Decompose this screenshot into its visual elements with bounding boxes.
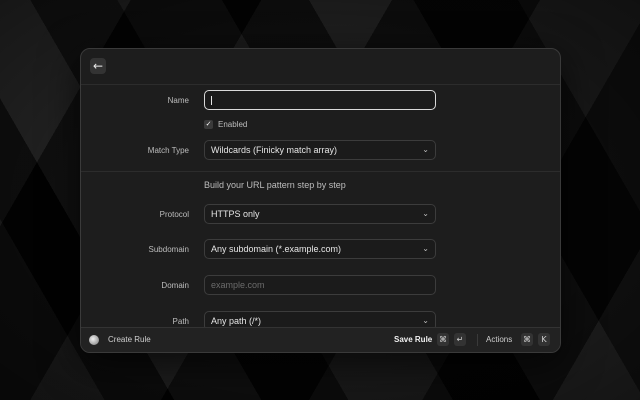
match-type-value: Wildcards (Finicky match array) <box>211 145 338 155</box>
back-button[interactable]: ← <box>90 58 106 74</box>
subdomain-value: Any subdomain (*.example.com) <box>211 244 342 254</box>
return-key-icon: ↵ <box>454 333 466 346</box>
enabled-checkbox[interactable]: ✓ <box>204 120 213 129</box>
text-caret <box>211 96 212 105</box>
command-key-icon: ⌘ <box>437 333 449 346</box>
footer-title: Create Rule <box>108 335 151 344</box>
section-divider <box>81 171 560 172</box>
subdomain-select[interactable]: Any subdomain (*.example.com) ⌄ <box>204 239 436 259</box>
action-bar: Create Rule Save Rule ⌘ ↵ Actions ⌘ K <box>81 327 560 352</box>
actions-button[interactable]: Actions <box>486 335 512 344</box>
domain-label: Domain <box>161 281 189 290</box>
enabled-label: Enabled <box>218 120 248 129</box>
save-rule-button[interactable]: Save Rule <box>394 335 432 344</box>
name-label: Name <box>167 96 189 105</box>
domain-input[interactable]: example.com <box>204 275 436 295</box>
checkmark-icon: ✓ <box>205 120 212 128</box>
name-input[interactable] <box>204 90 436 110</box>
app-logo-icon <box>89 335 99 345</box>
window-toolbar: ← <box>81 49 560 85</box>
domain-placeholder: example.com <box>211 280 265 290</box>
create-rule-window: ← Name ✓ Enabled Match Type Wildcards (F… <box>80 48 561 353</box>
match-type-label: Match Type <box>147 146 189 155</box>
builder-section-title: Build your URL pattern step by step <box>204 180 346 190</box>
protocol-value: HTTPS only <box>211 209 260 219</box>
path-label: Path <box>172 317 189 326</box>
protocol-label: Protocol <box>159 210 189 219</box>
k-key-icon: K <box>538 333 550 346</box>
arrow-left-icon: ← <box>92 59 104 73</box>
command-key-icon: ⌘ <box>521 333 533 346</box>
protocol-select[interactable]: HTTPS only ⌄ <box>204 204 436 224</box>
chevron-up-down-icon: ⌄ <box>422 209 429 218</box>
chevron-up-down-icon: ⌄ <box>422 244 429 253</box>
subdomain-label: Subdomain <box>148 245 189 254</box>
footer-separator <box>477 334 478 346</box>
match-type-select[interactable]: Wildcards (Finicky match array) ⌄ <box>204 140 436 160</box>
chevron-up-down-icon: ⌄ <box>422 145 429 154</box>
